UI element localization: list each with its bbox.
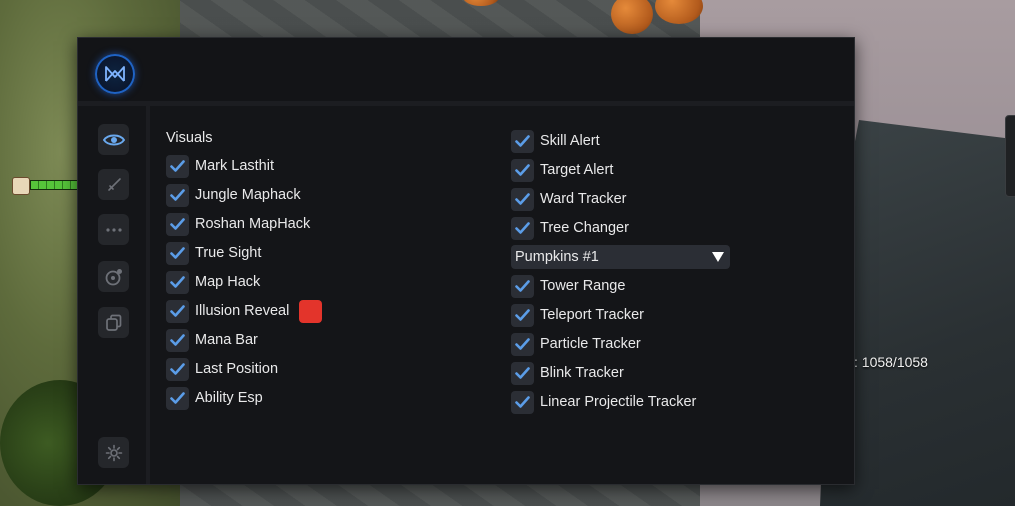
checkbox-row[interactable]: Blink Tracker xyxy=(511,361,624,385)
checkbox-row[interactable]: Mana Bar xyxy=(166,328,258,352)
checkbox[interactable] xyxy=(166,357,189,381)
checkbox[interactable] xyxy=(166,183,189,207)
side-panel-tab[interactable] xyxy=(1005,115,1015,197)
checkbox-label: Tower Range xyxy=(540,278,626,294)
checkmark-icon xyxy=(170,247,185,259)
checkbox[interactable] xyxy=(511,361,534,385)
checkbox-label: Tree Changer xyxy=(540,220,629,236)
checkbox-row[interactable]: Ward Tracker xyxy=(511,187,626,211)
checkmark-icon xyxy=(515,135,530,147)
checkmark-icon xyxy=(170,305,185,317)
checkmark-icon xyxy=(170,160,185,172)
nexus-logo-icon xyxy=(95,54,135,94)
sword-icon xyxy=(107,177,121,191)
checkbox-label: Blink Tracker xyxy=(540,365,624,381)
checkbox[interactable] xyxy=(511,274,534,298)
target-icon xyxy=(105,268,122,285)
checkbox[interactable] xyxy=(511,390,534,414)
checkbox-label: Ward Tracker xyxy=(540,191,627,207)
checkmark-icon xyxy=(170,392,185,404)
dropdown-value: Pumpkins #1 xyxy=(515,249,599,265)
checkbox-row[interactable]: Map Hack xyxy=(166,270,260,294)
checkbox-row[interactable]: Tower Range xyxy=(511,274,625,298)
checkbox-row[interactable]: True Sight xyxy=(166,241,261,265)
hp-readout: : 1058/1058 xyxy=(854,354,928,370)
dropdown-arrow-icon xyxy=(712,252,724,262)
checkbox-label: Mark Lasthit xyxy=(195,158,274,174)
cheat-menu-panel: Visuals Mark Lasthit Jungle Maphack Rosh… xyxy=(77,37,855,485)
checkbox[interactable] xyxy=(511,332,534,356)
checkbox-row[interactable]: Last Position xyxy=(166,357,278,381)
sidebar-item-settings[interactable] xyxy=(98,437,129,468)
checkbox-label: Map Hack xyxy=(195,274,261,290)
checkbox-label: Illusion Reveal xyxy=(195,303,290,319)
checkbox-row[interactable]: Teleport Tracker xyxy=(511,303,644,327)
checkbox-label: Linear Projectile Tracker xyxy=(540,394,697,410)
checkbox-row[interactable]: Target Alert xyxy=(511,158,613,182)
sidebar-item-heroes[interactable] xyxy=(98,261,129,292)
menu-header xyxy=(78,38,854,106)
checkbox[interactable] xyxy=(511,129,534,153)
checkbox-label: Target Alert xyxy=(540,162,614,178)
gear-icon xyxy=(105,444,122,461)
checkbox-row[interactable]: Mark Lasthit xyxy=(166,154,274,178)
sidebar-item-items[interactable] xyxy=(98,307,129,338)
checkbox-label: True Sight xyxy=(195,245,262,261)
checkbox-row[interactable]: Linear Projectile Tracker xyxy=(511,390,696,414)
sidebar-item-combat[interactable] xyxy=(98,169,129,200)
more-icon xyxy=(105,227,122,232)
checkbox-label: Particle Tracker xyxy=(540,336,641,352)
section-title: Visuals xyxy=(166,130,213,146)
checkbox-row[interactable]: Roshan MapHack xyxy=(166,212,310,236)
checkmark-icon xyxy=(515,164,530,176)
checkbox[interactable] xyxy=(166,270,189,294)
checkbox[interactable] xyxy=(166,212,189,236)
checkbox[interactable] xyxy=(511,303,534,327)
unit-health-bar xyxy=(10,177,87,195)
checkbox[interactable] xyxy=(511,216,534,240)
checkbox-row[interactable]: Ability Esp xyxy=(166,386,263,410)
checkmark-icon xyxy=(515,367,530,379)
checkbox[interactable] xyxy=(511,158,534,182)
checkbox-row[interactable]: Skill Alert xyxy=(511,129,600,153)
checkmark-icon xyxy=(170,334,185,346)
visuals-page: Visuals Mark Lasthit Jungle Maphack Rosh… xyxy=(154,106,854,484)
menu-sidebar xyxy=(78,106,150,484)
checkmark-icon xyxy=(170,189,185,201)
checkbox-label: Skill Alert xyxy=(540,133,600,149)
checkbox-row[interactable]: Illusion Reveal xyxy=(166,299,323,323)
checkmark-icon xyxy=(515,193,530,205)
checkbox[interactable] xyxy=(166,386,189,410)
sidebar-item-visuals[interactable] xyxy=(98,124,129,155)
eye-icon xyxy=(102,134,125,145)
checkbox-label: Jungle Maphack xyxy=(195,187,301,203)
checkbox-row[interactable]: Tree Changer xyxy=(511,216,629,240)
checkmark-icon xyxy=(515,309,530,321)
checkbox[interactable] xyxy=(166,299,189,323)
checkbox-label: Roshan MapHack xyxy=(195,216,311,232)
checkbox[interactable] xyxy=(511,187,534,211)
checkbox-label: Last Position xyxy=(195,361,279,377)
checkmark-icon xyxy=(170,363,185,375)
checkbox[interactable] xyxy=(166,241,189,265)
checkbox[interactable] xyxy=(166,328,189,352)
checkmark-icon xyxy=(170,218,185,230)
checkbox-label: Teleport Tracker xyxy=(540,307,644,323)
checkbox-label: Mana Bar xyxy=(195,332,258,348)
checkbox-row[interactable]: Particle Tracker xyxy=(511,332,641,356)
checkmark-icon xyxy=(515,280,530,292)
sidebar-item-misc[interactable] xyxy=(98,214,129,245)
checkmark-icon xyxy=(515,396,530,408)
color-picker-swatch[interactable] xyxy=(299,299,323,323)
copy-icon xyxy=(105,314,121,331)
unit-portrait-icon xyxy=(12,177,30,195)
checkmark-icon xyxy=(170,276,185,288)
checkmark-icon xyxy=(515,338,530,350)
tree-model-dropdown[interactable]: Pumpkins #1 xyxy=(511,245,730,269)
checkbox-row[interactable]: Jungle Maphack xyxy=(166,183,301,207)
checkmark-icon xyxy=(515,222,530,234)
checkbox[interactable] xyxy=(166,154,189,178)
checkbox-label: Ability Esp xyxy=(195,390,263,406)
